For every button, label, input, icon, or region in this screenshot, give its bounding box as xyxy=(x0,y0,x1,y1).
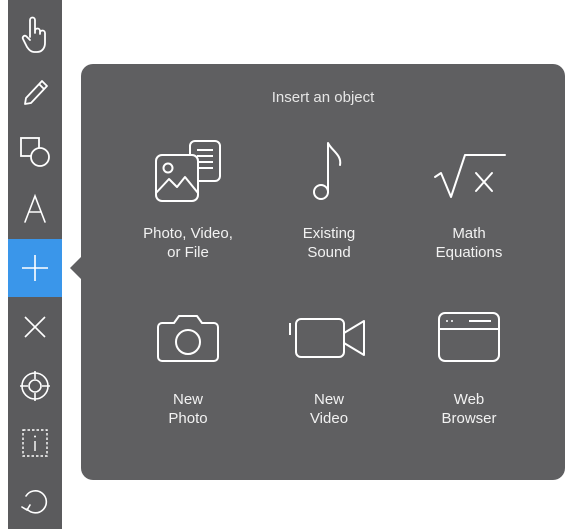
photo-file-icon xyxy=(113,131,263,211)
new-video-option[interactable]: New Video xyxy=(254,297,404,447)
math-equations-option[interactable]: Math Equations xyxy=(394,131,544,281)
left-toolbar xyxy=(8,0,62,529)
web-browser-option[interactable]: Web Browser xyxy=(394,297,544,447)
undo-icon[interactable] xyxy=(8,472,62,530)
math-equation-icon xyxy=(394,131,544,211)
plus-icon[interactable] xyxy=(8,239,62,297)
close-icon[interactable] xyxy=(8,298,62,356)
existing-sound-option[interactable]: Existing Sound xyxy=(254,131,404,281)
music-note-icon xyxy=(254,131,404,211)
new-photo-option[interactable]: New Photo xyxy=(113,297,263,447)
popover-title: Insert an object xyxy=(271,89,375,106)
camera-icon xyxy=(113,297,263,377)
info-box-icon[interactable] xyxy=(8,414,62,472)
shapes-icon[interactable] xyxy=(8,122,62,180)
insert-object-popover: Insert an object Photo, Video, or File E… xyxy=(81,64,565,480)
crosshair-icon[interactable] xyxy=(8,357,62,415)
text-icon[interactable] xyxy=(8,180,62,238)
hand-pointer-icon[interactable] xyxy=(8,6,62,64)
photo-video-file-option[interactable]: Photo, Video, or File xyxy=(113,131,263,281)
web-browser-icon xyxy=(394,297,544,377)
video-camera-icon xyxy=(254,297,404,377)
pencil-icon[interactable] xyxy=(8,64,62,122)
